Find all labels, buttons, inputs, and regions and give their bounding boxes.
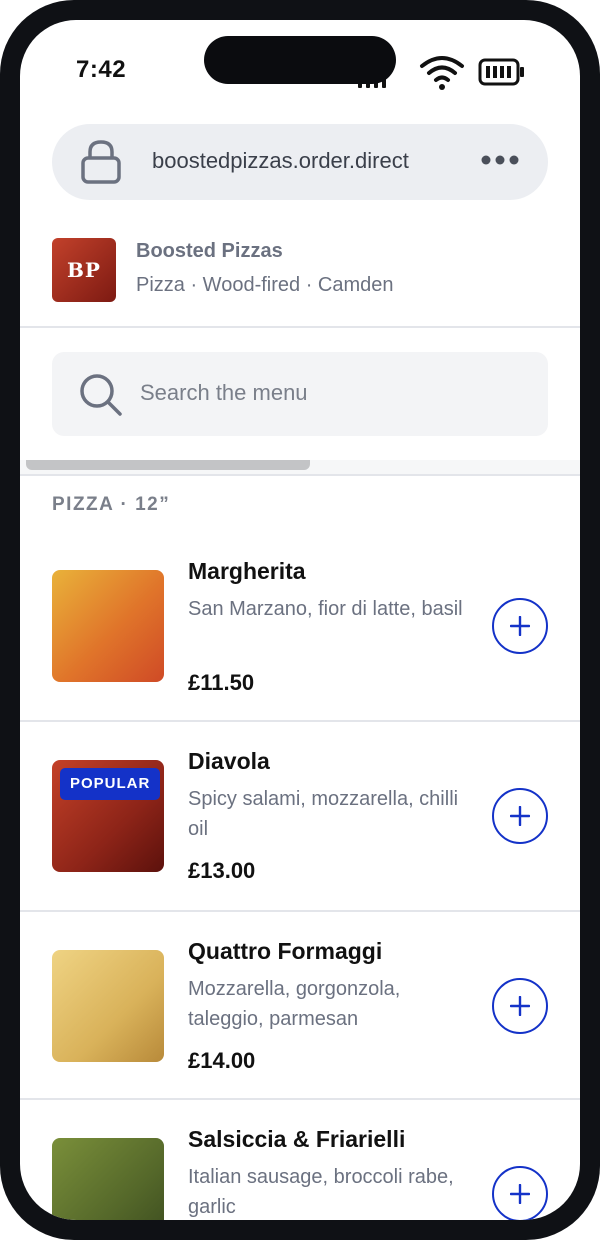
plus-icon	[510, 806, 530, 826]
plus-icon	[510, 1184, 530, 1204]
search-box[interactable]: Search the menu	[52, 352, 548, 436]
divider	[20, 1098, 580, 1100]
store-header: BP Boosted Pizzas Pizza · Wood-fired · C…	[52, 238, 552, 302]
search-icon	[80, 374, 122, 416]
item-description: Mozzarella, gorgonzola, taleggio, parmes…	[188, 978, 401, 1030]
item-name: Diavola	[188, 748, 270, 774]
menu-item[interactable]: POPULAR Diavola Spicy salami, mozzarella…	[20, 746, 580, 912]
add-item-button[interactable]	[492, 1166, 548, 1220]
item-price: £14.00	[188, 1048, 256, 1073]
store-name: Boosted Pizzas	[136, 240, 283, 262]
menu-item[interactable]: Margherita San Marzano, fior di latte, b…	[20, 556, 580, 722]
item-price: £11.50	[188, 670, 255, 695]
item-name: Salsiccia & Friarielli	[188, 1126, 406, 1152]
add-item-button[interactable]	[492, 788, 548, 844]
status-time: 7:42	[76, 56, 127, 83]
search-input[interactable]: Search the menu	[140, 380, 308, 406]
item-description: Spicy salami, mozzarella, chilli oil	[188, 788, 459, 840]
item-name: Quattro Formaggi	[188, 938, 383, 964]
battery-icon	[478, 58, 524, 86]
horizontal-scrollbar[interactable]	[26, 460, 310, 470]
plus-icon	[510, 996, 530, 1016]
item-image	[52, 950, 164, 1062]
store-logo: BP	[52, 238, 116, 302]
address-bar[interactable]: boostedpizzas.order.direct	[52, 124, 548, 200]
lock-icon	[81, 140, 121, 184]
item-image: POPULAR	[52, 760, 164, 872]
plus-icon	[510, 616, 530, 636]
more-icon[interactable]	[480, 154, 520, 166]
item-image	[52, 570, 164, 682]
wifi-icon	[420, 56, 464, 90]
item-name: Margherita	[188, 558, 306, 584]
divider	[20, 326, 580, 328]
add-item-button[interactable]	[492, 598, 548, 654]
divider	[20, 910, 580, 912]
section-title: PIZZA · 12”	[52, 494, 171, 515]
item-description: San Marzano, fior di latte, basil	[188, 598, 463, 620]
phone-frame: 7:42 boostedpizzas.order.direct BP Boost…	[0, 0, 600, 1240]
menu-item[interactable]: Salsiccia & Friarielli Italian sausage, …	[20, 1124, 580, 1220]
menu-item[interactable]: Quattro Formaggi Mozzarella, gorgonzola,…	[20, 936, 580, 1102]
divider	[20, 720, 580, 722]
address-url[interactable]: boostedpizzas.order.direct	[152, 148, 409, 174]
divider	[20, 474, 580, 476]
add-item-button[interactable]	[492, 978, 548, 1034]
popular-badge: POPULAR	[60, 768, 161, 800]
item-price: £13.00	[188, 858, 256, 883]
item-image	[52, 1138, 164, 1220]
screen: 7:42 boostedpizzas.order.direct BP Boost…	[20, 20, 580, 1220]
store-tags: Pizza · Wood-fired · Camden	[136, 274, 394, 296]
item-description: Italian sausage, broccoli rabe, garlic	[188, 1166, 454, 1218]
dynamic-island	[204, 36, 396, 84]
